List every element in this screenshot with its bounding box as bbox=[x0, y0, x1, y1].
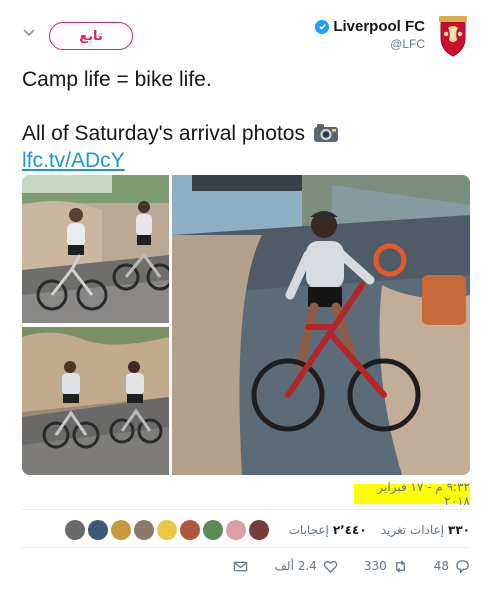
divider bbox=[22, 547, 470, 548]
photo-main[interactable] bbox=[172, 175, 470, 475]
avatar[interactable] bbox=[87, 520, 108, 540]
tweet-line-2: All of Saturday's arrival photos bbox=[22, 122, 305, 145]
liverbird-crest-icon[interactable] bbox=[433, 14, 473, 58]
likes-stat[interactable]: ٢٬٤٤٠ إعجابات bbox=[289, 523, 367, 537]
retweet-button[interactable]: 330 bbox=[364, 559, 408, 574]
retweets-label: إعادات تغريد bbox=[380, 523, 445, 537]
tweet-text: Camp life = bike life. All of Saturday's… bbox=[22, 66, 482, 174]
chevron-down-icon[interactable] bbox=[22, 26, 36, 40]
account-handle[interactable]: @LFC bbox=[315, 37, 425, 51]
avatar[interactable] bbox=[179, 520, 200, 540]
display-name-row[interactable]: Liverpool FC bbox=[315, 18, 425, 35]
photo-top-left[interactable] bbox=[22, 175, 169, 323]
reply-button[interactable]: 48 bbox=[434, 559, 470, 574]
likes-label: إعجابات bbox=[288, 523, 329, 537]
retweet-count: 330 bbox=[363, 559, 387, 573]
tweet-link-wrap: lfc.tv/ADcY bbox=[22, 147, 482, 174]
account-names: Liverpool FC @LFC bbox=[315, 18, 425, 51]
verified-badge-icon bbox=[315, 19, 330, 34]
retweets-stat[interactable]: ٣٣٠ إعادات تغريد bbox=[381, 523, 470, 537]
media-grid bbox=[22, 175, 470, 475]
avatar[interactable] bbox=[156, 520, 177, 540]
reply-icon bbox=[456, 559, 469, 574]
avatar[interactable] bbox=[133, 520, 154, 540]
avatar[interactable] bbox=[202, 520, 223, 540]
tweet-stats: ٣٣٠ إعادات تغريد ٢٬٤٤٠ إعجابات bbox=[22, 515, 470, 545]
like-count: 2.4 ألف bbox=[274, 559, 317, 573]
follow-button[interactable]: تابع bbox=[49, 22, 133, 50]
envelope-icon bbox=[234, 561, 248, 571]
tweet-line-2-wrap: All of Saturday's arrival photos bbox=[22, 120, 482, 147]
likers-avatars bbox=[64, 520, 269, 540]
avatar[interactable] bbox=[110, 520, 131, 540]
divider bbox=[22, 509, 470, 510]
likes-count: ٢٬٤٤٠ bbox=[332, 523, 367, 537]
tweet-link[interactable]: lfc.tv/ADcY bbox=[22, 149, 125, 172]
tweet-line-1: Camp life = bike life. bbox=[22, 68, 212, 91]
display-name[interactable]: Liverpool FC bbox=[333, 18, 425, 35]
tweet-header: تابع Liverpool FC @LFC bbox=[0, 14, 497, 58]
reply-count: 48 bbox=[433, 559, 449, 573]
avatar[interactable] bbox=[225, 520, 246, 540]
heart-icon bbox=[323, 560, 338, 573]
tweet-timestamp[interactable]: ٩:٣٢ م - ١٧ فبراير ٢٠١٨ bbox=[354, 480, 470, 508]
retweet-icon bbox=[395, 559, 405, 573]
tweet-actions: 48 330 2.4 ألف bbox=[22, 555, 470, 577]
direct-message-button[interactable] bbox=[233, 559, 248, 574]
photo-bottom-left[interactable] bbox=[22, 327, 169, 475]
like-button[interactable]: 2.4 ألف bbox=[274, 559, 338, 574]
camera-flash-icon bbox=[313, 124, 338, 142]
avatar[interactable] bbox=[64, 520, 85, 540]
avatar[interactable] bbox=[248, 520, 269, 540]
retweets-count: ٣٣٠ bbox=[448, 523, 470, 537]
